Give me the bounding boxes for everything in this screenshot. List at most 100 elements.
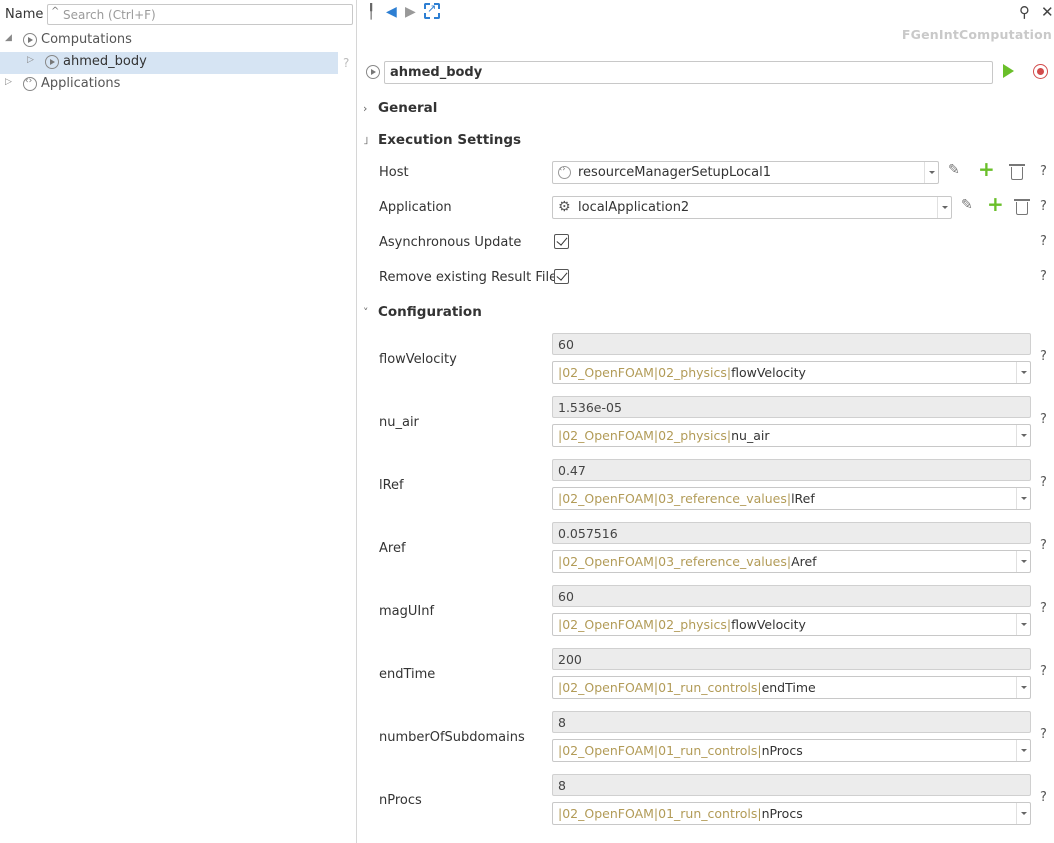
help-icon[interactable]: ? (1040, 538, 1047, 553)
param-name: lRef (379, 478, 404, 493)
config-param: endTime 200 |02_OpenFOAM|01_run_controls… (358, 648, 1054, 706)
help-icon[interactable]: ? (1040, 234, 1047, 249)
param-value: 8 (552, 711, 1031, 733)
search-icon[interactable]: ⚲ (1019, 3, 1030, 21)
help-icon[interactable]: ? (1040, 790, 1047, 805)
param-value: 200 (552, 648, 1031, 670)
section-general[interactable]: › General (363, 100, 437, 120)
param-name: numberOfSubdomains (379, 730, 525, 745)
tree-panel: Name ^ ◢ Computations ▷ ahmed_body ? ▷ A… (0, 0, 357, 843)
config-param: flowVelocity 60 |02_OpenFOAM|02_physics|… (358, 333, 1054, 391)
section-execution-settings[interactable]: ˩ Execution Settings (363, 132, 521, 152)
help-icon[interactable]: ? (343, 56, 349, 70)
param-path: |02_OpenFOAM|02_physics| (558, 428, 732, 443)
help-icon[interactable]: ? (1040, 269, 1047, 284)
name-input[interactable] (384, 61, 993, 84)
host-combo[interactable]: resourceManagerSetupLocal1 (552, 161, 939, 184)
param-leaf: flowVelocity (731, 365, 806, 380)
param-value: 1.536e-05 (552, 396, 1031, 418)
param-path: |02_OpenFOAM|02_physics| (558, 617, 732, 632)
close-icon[interactable]: ✕ (1041, 3, 1054, 21)
help-icon[interactable]: ? (1040, 164, 1047, 179)
tree-search-box[interactable]: ^ (47, 4, 353, 25)
config-param: nu_air 1.536e-05 |02_OpenFOAM|02_physics… (358, 396, 1054, 454)
edit-host-icon[interactable]: ✎ (948, 162, 960, 178)
config-param: Aref 0.057516 |02_OpenFOAM|03_reference_… (358, 522, 1054, 580)
param-reference-combo[interactable]: |02_OpenFOAM|02_physics|flowVelocity (552, 361, 1031, 384)
tree-item-applications[interactable]: ▷ Applications (0, 74, 357, 96)
search-history-caret-icon[interactable]: ^ (51, 6, 59, 17)
param-name: nProcs (379, 793, 422, 808)
dropdown-arrow-icon[interactable] (1016, 551, 1030, 572)
add-host-icon[interactable]: + (978, 157, 995, 181)
dropdown-arrow-icon[interactable] (1016, 614, 1030, 635)
param-reference-combo[interactable]: |02_OpenFOAM|01_run_controls|nProcs (552, 739, 1031, 762)
tree-search-input[interactable] (63, 6, 348, 23)
param-path: |02_OpenFOAM|01_run_controls| (558, 743, 762, 758)
param-reference-combo[interactable]: |02_OpenFOAM|02_physics|nu_air (552, 424, 1031, 447)
section-title: General (378, 100, 438, 116)
dropdown-arrow-icon[interactable] (1016, 425, 1030, 446)
async-update-checkbox[interactable] (554, 234, 569, 249)
dropdown-arrow-icon[interactable] (924, 162, 938, 183)
param-leaf: nu_air (731, 428, 770, 443)
param-path: |02_OpenFOAM|01_run_controls| (558, 806, 762, 821)
chevron-right-icon: › (363, 102, 368, 115)
computation-icon (23, 33, 37, 47)
collapsed-triangle-icon[interactable]: ▷ (5, 77, 12, 87)
tree-item-computations[interactable]: ◢ Computations (0, 30, 357, 52)
delete-host-icon[interactable] (1009, 164, 1025, 180)
application-icon (23, 76, 37, 91)
help-icon[interactable]: ? (1040, 412, 1047, 427)
edit-application-icon[interactable]: ✎ (961, 197, 973, 213)
delete-application-icon[interactable] (1014, 199, 1030, 215)
link-with-selection-icon[interactable] (424, 2, 440, 19)
dropdown-arrow-icon[interactable] (1016, 488, 1030, 509)
application-value: localApplication2 (578, 200, 690, 215)
help-icon[interactable]: ? (1040, 475, 1047, 490)
param-leaf: nProcs (761, 743, 803, 758)
param-reference-combo[interactable]: |02_OpenFOAM|01_run_controls|endTime (552, 676, 1031, 699)
chevron-collapse-icon: ˩ (363, 134, 369, 147)
expanded-triangle-icon[interactable]: ◢ (5, 33, 12, 43)
help-icon[interactable]: ? (1040, 664, 1047, 679)
param-path: |02_OpenFOAM|01_run_controls| (558, 680, 762, 695)
config-param: nProcs 8 |02_OpenFOAM|01_run_controls|nP… (358, 774, 1054, 832)
param-value: 60 (552, 333, 1031, 355)
computation-icon (366, 65, 380, 79)
param-leaf: flowVelocity (731, 617, 806, 632)
run-button[interactable] (1003, 64, 1014, 78)
dropdown-arrow-icon[interactable] (937, 197, 951, 218)
tree-item-ahmed-body[interactable]: ▷ ahmed_body (0, 52, 338, 74)
tree-item-label: Computations (41, 32, 132, 47)
help-icon[interactable]: ? (1040, 199, 1047, 214)
dropdown-arrow-icon[interactable] (1016, 677, 1030, 698)
collapsed-triangle-icon[interactable]: ▷ (27, 55, 34, 65)
back-arrow-icon[interactable]: ◀ (386, 4, 397, 20)
dropdown-arrow-icon[interactable] (1016, 803, 1030, 824)
param-reference-combo[interactable]: |02_OpenFOAM|02_physics|flowVelocity (552, 613, 1031, 636)
help-icon[interactable]: ? (1040, 349, 1047, 364)
add-application-icon[interactable]: + (987, 192, 1004, 216)
param-path: |02_OpenFOAM|03_reference_values| (558, 554, 792, 569)
async-update-label: Asynchronous Update (379, 235, 522, 250)
section-configuration[interactable]: ˅ Configuration (363, 304, 482, 324)
dropdown-arrow-icon[interactable] (1016, 740, 1030, 761)
help-icon[interactable]: ? (1040, 601, 1047, 616)
param-leaf: endTime (761, 680, 816, 695)
host-icon (558, 164, 571, 179)
host-label: Host (379, 165, 409, 180)
param-reference-combo[interactable]: |02_OpenFOAM|03_reference_values|lRef (552, 487, 1031, 510)
remove-result-files-checkbox[interactable] (554, 269, 569, 284)
help-icon[interactable]: ? (1040, 727, 1047, 742)
stop-button[interactable] (1033, 64, 1048, 79)
forward-arrow-icon[interactable]: ▶ (405, 4, 416, 20)
computation-icon (45, 55, 59, 69)
config-param: magUInf 60 |02_OpenFOAM|02_physics|flowV… (358, 585, 1054, 643)
dropdown-arrow-icon[interactable] (1016, 362, 1030, 383)
remove-result-files-label: Remove existing Result Files (379, 270, 564, 285)
application-combo[interactable]: ⚙ localApplication2 (552, 196, 952, 219)
param-reference-combo[interactable]: |02_OpenFOAM|03_reference_values|Aref (552, 550, 1031, 573)
pin-icon[interactable]: ╿ (367, 4, 375, 20)
param-reference-combo[interactable]: |02_OpenFOAM|01_run_controls|nProcs (552, 802, 1031, 825)
